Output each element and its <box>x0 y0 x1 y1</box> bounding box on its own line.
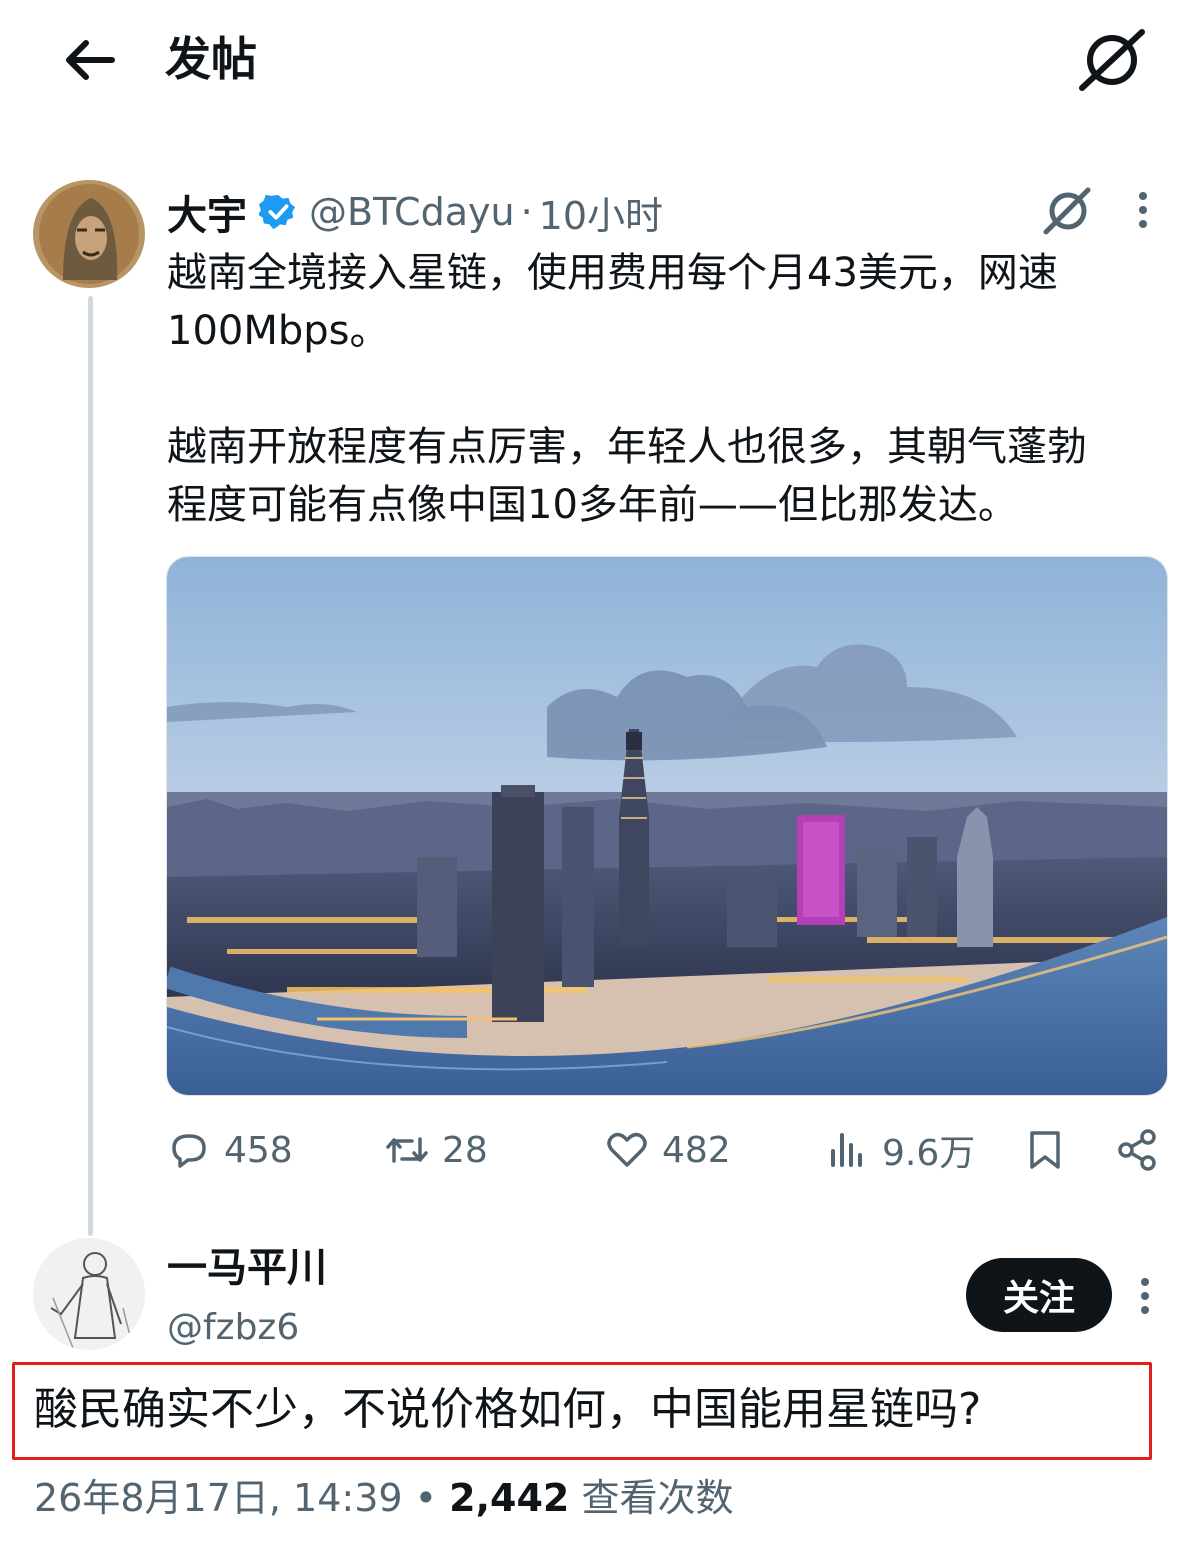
tweet-photo-city-skyline[interactable] <box>166 556 1168 1096</box>
like-button[interactable]: 482 <box>604 1120 731 1180</box>
tweet-text-paragraph-1: 越南全境接入星链，使用费用每个月43美元，网速 100Mbps。 <box>167 244 1058 360</box>
author-handle[interactable]: @BTCdayu <box>309 190 515 234</box>
more-icon[interactable] <box>1130 190 1156 230</box>
reply-view-label: 查看次数 <box>581 1476 734 1520</box>
text-line: 越南开放程度有点厉害，年轻人也很多，其朝气蓬勃 <box>167 424 1087 470</box>
reply-icon <box>172 1134 206 1168</box>
follow-button[interactable]: 关注 <box>966 1258 1112 1332</box>
reply-date[interactable]: 26年8月17日, 14:39 <box>34 1476 403 1520</box>
bookmark-icon <box>1030 1131 1060 1169</box>
verified-badge-icon <box>259 194 296 230</box>
text-line: 程度可能有点像中国10多年前——但比那发达。 <box>167 482 1018 528</box>
tweet-author-row: 大宇 @BTCdayu · 10小时 <box>167 184 663 240</box>
reply-view-count: 2,442 <box>449 1476 570 1520</box>
separator: · <box>520 190 533 234</box>
avatar[interactable] <box>33 180 145 288</box>
views-button[interactable]: 9.6万 <box>824 1120 975 1180</box>
reply-author-name[interactable]: 一马平川 <box>167 1238 327 1298</box>
share-icon <box>1118 1129 1156 1171</box>
back-arrow-icon[interactable] <box>60 30 120 90</box>
views-icon <box>831 1133 862 1167</box>
separator: • <box>414 1476 438 1520</box>
share-button[interactable] <box>1114 1120 1160 1180</box>
avatar[interactable] <box>33 1238 145 1350</box>
grok-icon[interactable] <box>1076 28 1146 92</box>
text-line: 100Mbps。 <box>167 308 390 354</box>
bookmark-button[interactable] <box>1022 1120 1068 1180</box>
author-name[interactable]: 大宇 <box>167 183 247 241</box>
reply-text: 酸民确实不少，不说价格如何，中国能用星链吗? <box>34 1384 982 1435</box>
reply-meta: 26年8月17日, 14:39 • 2,442 查看次数 <box>34 1470 733 1526</box>
page-title: 发帖 <box>165 32 257 86</box>
retweet-icon <box>386 1137 428 1163</box>
like-icon <box>607 1132 647 1167</box>
reply-button[interactable]: 458 <box>166 1120 293 1180</box>
view-count: 9.6万 <box>882 1133 976 1174</box>
retweet-count: 28 <box>442 1129 488 1171</box>
timestamp[interactable]: 10小时 <box>539 185 663 240</box>
reply-count: 458 <box>224 1129 293 1171</box>
reply-author-handle[interactable]: @fzbz6 <box>167 1302 299 1354</box>
retweet-button[interactable]: 28 <box>384 1120 488 1180</box>
thread-line <box>88 296 93 1236</box>
grok-icon[interactable] <box>1040 186 1094 236</box>
text-line: 越南全境接入星链，使用费用每个月43美元，网速 <box>167 250 1058 296</box>
tweet-text-paragraph-2: 越南开放程度有点厉害，年轻人也很多，其朝气蓬勃 程度可能有点像中国10多年前——… <box>167 418 1087 534</box>
more-icon[interactable] <box>1132 1276 1158 1316</box>
like-count: 482 <box>662 1129 731 1171</box>
